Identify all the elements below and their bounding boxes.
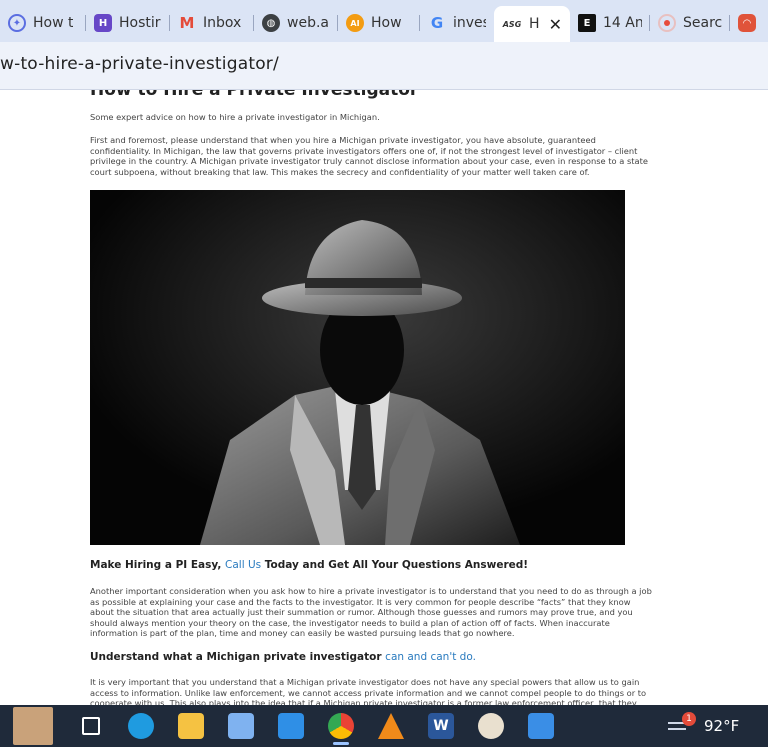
tab-label: Inbox (203, 15, 242, 31)
tab-how-copilot[interactable]: ✦ How t (0, 6, 86, 40)
tab-label: Hostir (119, 15, 161, 31)
url-text[interactable]: w-to-hire-a-private-investigator/ (0, 54, 279, 74)
tab-search[interactable]: Searc (650, 6, 730, 40)
temperature: 92°F (704, 717, 740, 735)
cta-text-pre: Make Hiring a PI Easy, (90, 559, 222, 571)
record-icon (658, 14, 676, 32)
tab-label: How t (33, 15, 74, 31)
close-tab-icon[interactable]: ✕ (549, 15, 562, 34)
intro-text: Some expert advice on how to hire a priv… (90, 112, 380, 122)
paint-icon (478, 713, 504, 739)
paragraph-facts: Another important consideration when you… (90, 586, 652, 639)
web-page: How to Hire a Private Investigator Some … (0, 90, 768, 705)
tab-label: How (371, 15, 402, 31)
gmail-icon: M (179, 14, 195, 32)
tab-how-ai[interactable]: AI How (338, 6, 420, 40)
copilot-icon: ✦ (8, 14, 26, 32)
task-view-icon (82, 717, 100, 735)
photos-icon (528, 713, 554, 739)
tab-label: invest (453, 15, 486, 31)
section-heading-text: Understand what a Michigan private inves… (90, 651, 382, 663)
weather-widget[interactable]: 1 92°F (668, 705, 768, 747)
tab-label: 14 An (603, 15, 642, 31)
tab-active-asg[interactable]: ASG H ✕ (494, 6, 570, 42)
section-heading: Understand what a Michigan private inves… (90, 651, 652, 663)
asg-icon: ASG (502, 19, 522, 29)
google-icon: G (430, 14, 444, 32)
vlc-icon (378, 713, 404, 739)
vlc-button[interactable] (366, 705, 416, 747)
avatar[interactable] (0, 705, 66, 747)
store-button[interactable] (216, 705, 266, 747)
cta-text-post: Today and Get All Your Questions Answere… (264, 559, 529, 571)
paint-button[interactable] (466, 705, 516, 747)
cta-heading: Make Hiring a PI Easy, Call Us Today and… (90, 559, 652, 571)
tab-label: H (529, 16, 539, 32)
file-explorer-button[interactable] (166, 705, 216, 747)
tab-google-invest[interactable]: G invest (420, 6, 494, 40)
tab-web-archive[interactable]: ◍ web.a (254, 6, 338, 40)
tab-strip: ✦ How t H Hostir M Inbox ◍ web.a AI How … (0, 0, 768, 42)
taskbar: W 1 92°F (0, 705, 768, 747)
paragraph-powers: It is very important that you understand… (90, 677, 647, 705)
weather-badge: 1 (682, 712, 696, 726)
wind-icon: 1 (668, 712, 696, 736)
photos-button[interactable] (516, 705, 566, 747)
tab-gmail-inbox[interactable]: M Inbox (170, 6, 254, 40)
hostinger-icon: H (94, 14, 112, 32)
detective-hero-image (90, 190, 625, 545)
article-title: How to Hire a Private Investigator (90, 90, 419, 100)
globe-icon: ◍ (262, 14, 280, 32)
ai-icon: AI (346, 14, 364, 32)
edge-icon (128, 713, 154, 739)
store-icon (228, 713, 254, 739)
tab-label: web.a (287, 15, 329, 31)
address-bar[interactable]: w-to-hire-a-private-investigator/ (0, 42, 768, 90)
mail-icon (278, 713, 304, 739)
tab-app[interactable]: ◠ (730, 6, 768, 40)
tab-label: Searc (683, 15, 722, 31)
tab-hostinger[interactable]: H Hostir (86, 6, 170, 40)
paragraph-confidentiality: First and foremost, please understand th… (90, 135, 648, 177)
file-explorer-icon (178, 713, 204, 739)
esquire-icon: E (578, 14, 596, 32)
word-icon: W (428, 713, 454, 739)
tab-esquire[interactable]: E 14 An (570, 6, 650, 40)
mail-button[interactable] (266, 705, 316, 747)
can-and-cant-link[interactable]: can and can't do. (385, 651, 476, 663)
task-view-button[interactable] (66, 705, 116, 747)
chrome-button[interactable] (316, 705, 366, 747)
app-icon: ◠ (738, 14, 756, 32)
chrome-icon (328, 713, 354, 739)
word-button[interactable]: W (416, 705, 466, 747)
edge-button[interactable] (116, 705, 166, 747)
call-us-link[interactable]: Call Us (225, 559, 261, 571)
